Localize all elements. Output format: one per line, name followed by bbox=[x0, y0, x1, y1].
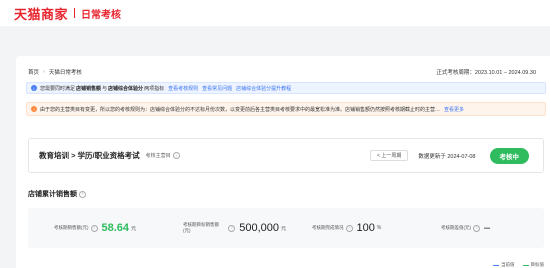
course-title: 教育培训 > 学历/职业资格考试 bbox=[39, 151, 140, 160]
warning-text: 由于您的主营类目有变更，所以您的考核规则为：店铺综合体验分的不达标月份次数，以变… bbox=[40, 106, 441, 113]
warning-icon: ! bbox=[31, 106, 37, 112]
section-title: 店铺累计销售额 ? bbox=[28, 189, 86, 199]
metric-value: 500,000 bbox=[239, 222, 279, 234]
metric-difference: 考核期差值(元) ? – bbox=[415, 222, 544, 234]
info-icon: i bbox=[31, 85, 37, 91]
app-name: 日常考核 bbox=[81, 9, 122, 21]
help-icon[interactable]: ? bbox=[79, 190, 86, 198]
metric-value: 100 bbox=[356, 222, 375, 234]
breadcrumb-home[interactable]: 首页 bbox=[28, 68, 39, 76]
cycle-label-wrap: 考核主营目 ? bbox=[146, 152, 180, 159]
metric-completion: 考核期完成情况 ? 100 % bbox=[286, 222, 415, 234]
metric-label-text: 考核期完成情况 bbox=[312, 225, 344, 230]
metric-label-text: 考核期销售额(元) bbox=[54, 225, 89, 230]
metric-label-text: 考核期差值(元) bbox=[441, 225, 471, 230]
legend-target-swatch bbox=[522, 264, 529, 266]
warning-notice: ! 由于您的主营类目有变更，所以您的考核规则为：店铺综合体验分的不达标月份次数，… bbox=[26, 102, 546, 116]
notice-suffix: 两项指标 bbox=[144, 85, 165, 92]
assessment-period: 正式考核周期：2023.10.01 – 2024.09.30 bbox=[436, 70, 536, 76]
legend-current[interactable]: 当前值 bbox=[501, 262, 515, 268]
notice-and: 与 bbox=[102, 85, 108, 92]
help-icon[interactable]: ? bbox=[473, 224, 480, 232]
help-icon[interactable]: ? bbox=[90, 224, 98, 232]
data-updated-text: 数据更新于 2024-07-08 bbox=[418, 153, 476, 160]
help-icon[interactable]: ? bbox=[172, 152, 180, 159]
main-card: 首页 › 天猫日常考核 正式考核周期：2023.10.01 – 2024.09.… bbox=[16, 56, 550, 268]
legend-current-swatch bbox=[493, 264, 499, 266]
section-title-text: 店铺累计销售额 bbox=[28, 191, 77, 198]
top-bar: 天猫商家 日常考核 bbox=[0, 0, 550, 26]
metric-target: 考核期目标销售额(元) ? 500,000 元 bbox=[157, 222, 286, 234]
notice-prefix: 您需要同时满足 bbox=[40, 85, 76, 92]
metric-label: 考核期差值(元) ? bbox=[441, 224, 480, 232]
metric-sales: 考核期销售额(元) ? 58.64 元 bbox=[28, 222, 157, 234]
metric-label: 考核期销售额(元) ? bbox=[54, 224, 98, 232]
logo-divider bbox=[74, 8, 76, 18]
view-faq-link[interactable]: 查看常见问题 bbox=[202, 85, 232, 92]
help-icon[interactable]: ? bbox=[345, 224, 353, 232]
cycle-label: 考核主营目 bbox=[145, 153, 171, 159]
metric-label: 考核期完成情况 ? bbox=[312, 224, 353, 232]
metric-value: – bbox=[484, 222, 491, 234]
metric-unit: 元 bbox=[131, 225, 137, 232]
notice-metric-sales: 店铺销售额 bbox=[76, 85, 102, 92]
metric-value: 58.64 bbox=[101, 222, 130, 234]
view-rules-link[interactable]: 查看考核规则 bbox=[168, 85, 198, 92]
breadcrumb-current: 天猫日常考核 bbox=[48, 70, 82, 76]
view-more-link[interactable]: 查看更多 bbox=[444, 106, 464, 113]
tmall-logo[interactable]: 天猫商家 bbox=[14, 4, 68, 23]
legend-target[interactable]: 目标值 bbox=[531, 262, 545, 268]
breadcrumb: 首页 › 天猫日常考核 正式考核周期：2023.10.01 – 2024.09.… bbox=[28, 66, 536, 78]
metric-label-text: 考核期目标销售额(元) bbox=[183, 222, 219, 233]
info-notice: i 您需要同时满足 店铺销售额 与 店铺综合体验分 两项指标 查看考核规则 查看… bbox=[26, 82, 546, 94]
improve-tutorial-link[interactable]: 店铺综合体验分提升教程 bbox=[236, 85, 291, 92]
notice-metric-experience: 店铺综合体验分 bbox=[108, 85, 144, 92]
breadcrumb-separator: › bbox=[43, 69, 45, 75]
metrics-panel: 考核期销售额(元) ? 58.64 元 考核期目标销售额(元) ? 500,00… bbox=[28, 208, 544, 248]
previous-cycle-button[interactable]: < 上一周期 bbox=[370, 150, 409, 161]
chart-legend: 当前值 目标值 bbox=[485, 262, 544, 268]
metric-unit: % bbox=[376, 225, 382, 231]
course-panel: 教育培训 > 学历/职业资格考试 考核主营目 ? < 上一周期 数据更新于 20… bbox=[28, 138, 544, 173]
help-icon[interactable]: ? bbox=[228, 224, 236, 232]
metric-label: 考核期目标销售额(元) ? bbox=[183, 222, 236, 234]
assessment-status-button[interactable]: 考核中 bbox=[489, 147, 529, 164]
